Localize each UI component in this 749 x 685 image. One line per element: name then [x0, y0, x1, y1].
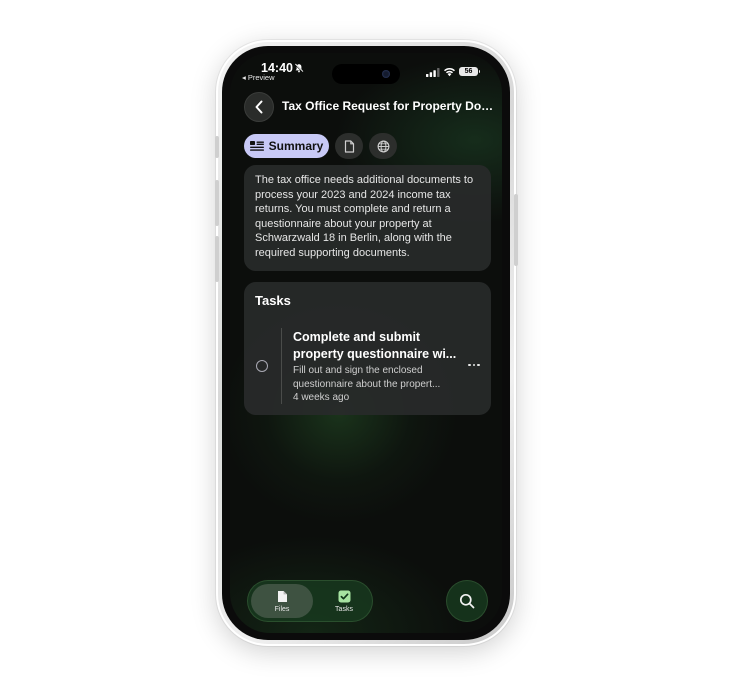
side-button-power: [514, 194, 518, 266]
summary-text: The tax office needs additional document…: [255, 174, 474, 259]
nav-item-tasks[interactable]: Tasks: [318, 584, 370, 618]
nav-files-label: Files: [274, 605, 290, 613]
tasks-card: Tasks Complete and submit property quest…: [244, 282, 491, 415]
tab-summary-label: Summary: [268, 139, 324, 153]
camera-lens: [382, 70, 390, 78]
file-icon: [277, 590, 287, 602]
globe-icon: [377, 140, 389, 152]
tab-globe[interactable]: [369, 133, 397, 159]
task-description-line-1: Fill out and sign the enclosed: [293, 365, 423, 376]
bottom-tab-bar: Files Tasks: [247, 580, 373, 622]
task-timestamp: 4 weeks ago: [293, 392, 350, 403]
task-description-line-2: questionnaire about the propert...: [293, 379, 441, 390]
back-to-app-link[interactable]: ◂ Preview: [242, 73, 275, 82]
side-button-volume-down: [215, 236, 219, 282]
checkbox-icon: [338, 590, 350, 602]
battery-indicator: 56: [459, 67, 480, 76]
chevron-left-icon: [255, 100, 263, 114]
cellular-signal-icon: [426, 68, 440, 77]
task-description: Fill out and sign the enclosed questionn…: [293, 364, 461, 392]
wifi-icon: [444, 68, 455, 77]
ellipsis-icon[interactable]: [466, 359, 482, 371]
task-complete-checkbox[interactable]: [256, 360, 268, 372]
nav-item-files[interactable]: Files: [251, 584, 313, 618]
summary-lines-icon: [249, 141, 264, 151]
task-title-line-2: property questionnaire wi...: [293, 347, 457, 361]
back-button[interactable]: [244, 92, 274, 122]
side-button-volume-up: [215, 180, 219, 226]
phone-screen: 14:40 ◂ Preview 56 Tax Office Request fo…: [230, 53, 502, 633]
side-button-action: [215, 136, 219, 158]
summary-card: The tax office needs additional document…: [244, 165, 491, 271]
tab-document[interactable]: [335, 133, 363, 159]
nav-tasks-label: Tasks: [335, 605, 353, 613]
page-title: Tax Office Request for Property Document…: [282, 99, 494, 113]
tab-summary[interactable]: Summary: [244, 134, 329, 158]
tasks-heading: Tasks: [255, 293, 291, 308]
task-divider: [281, 328, 282, 404]
search-icon: [459, 593, 475, 609]
task-title-line-1: Complete and submit: [293, 330, 421, 344]
task-title[interactable]: Complete and submit property questionnai…: [293, 329, 461, 363]
search-button[interactable]: [446, 580, 488, 622]
document-icon: [344, 139, 354, 153]
bell-muted-icon: [294, 63, 304, 73]
